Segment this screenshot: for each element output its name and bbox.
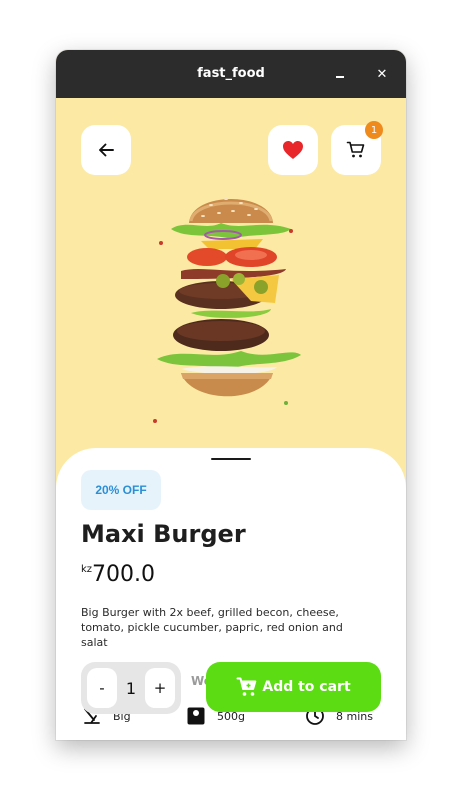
cart-button[interactable]: 1 [331,121,383,175]
minimize-button[interactable] [330,64,350,84]
app-window: fast_food ✕ 1 20% OFF Maxi Burger kz700.… [56,50,406,740]
cart-count-badge: 1 [365,121,383,139]
quantity-value: 1 [125,678,137,698]
decrease-quantity-button[interactable]: - [87,668,117,708]
quantity-stepper: - 1 + [81,662,181,714]
arrow-left-icon [99,143,114,157]
add-to-cart-label: Add to cart [262,679,351,695]
currency-label: kz [81,564,93,575]
window-title: fast_food [197,66,265,81]
discount-badge: 20% OFF [81,470,161,510]
burger-image [153,198,301,423]
increase-quantity-button[interactable]: + [145,668,175,708]
product-description: Big Burger with 2x beef, grilled becon, … [81,606,343,649]
close-icon: ✕ [376,66,388,82]
favorite-button[interactable] [268,125,318,175]
drag-handle[interactable] [211,458,251,460]
scale-icon [185,705,207,727]
minimize-icon [336,76,344,78]
product-name: Maxi Burger [81,520,246,548]
heart-icon [283,141,303,159]
add-cart-icon [236,676,258,698]
title-bar: fast_food ✕ [56,50,406,98]
product-hero: 1 [56,98,406,498]
add-to-cart-button[interactable]: Add to cart [206,662,381,712]
product-details-sheet: 20% OFF Maxi Burger kz700.0 Big Burger w… [56,448,406,740]
back-button[interactable] [81,125,131,175]
close-button[interactable]: ✕ [372,64,392,84]
cart-icon [346,141,365,158]
product-price: kz700.0 [81,562,155,587]
price-amount: 700.0 [92,562,156,587]
